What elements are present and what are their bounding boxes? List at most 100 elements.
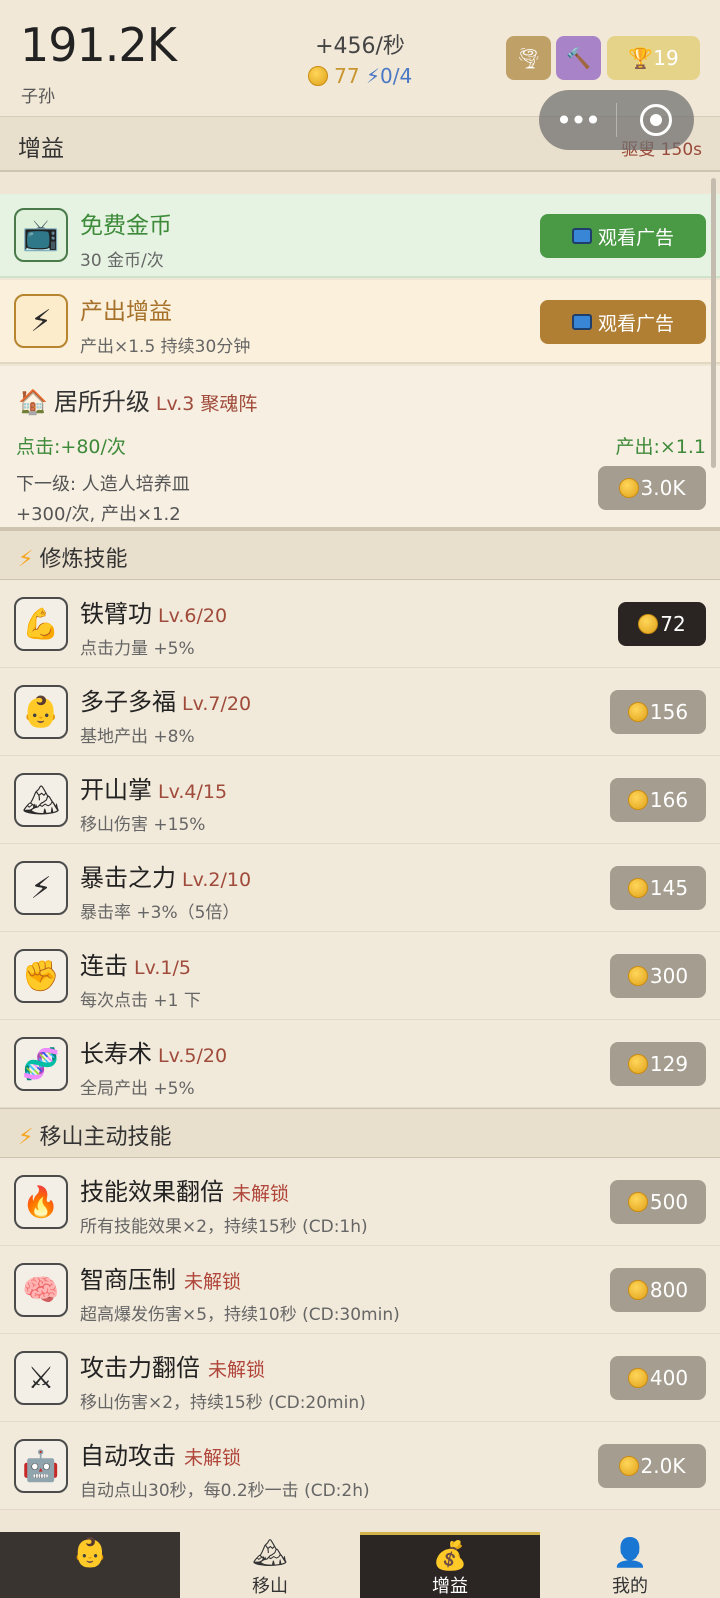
output-multiplier: 产出:×1.1 <box>615 436 706 458</box>
mountain-icon: 🏔 <box>252 1536 288 1569</box>
click-bonus: 点击:+80/次 <box>16 436 126 458</box>
tv-icon <box>571 228 592 244</box>
active-skill-row: ⚔ 攻击力翻倍 未解锁移山伤害×2，持续15秒 (CD:20min) 400 <box>0 1334 720 1422</box>
coin-icon <box>638 614 659 634</box>
tab-mountain[interactable]: 🏔 移山 <box>180 1532 360 1598</box>
skill-desc: 所有技能效果×2，持续15秒 (CD:1h) <box>80 1217 368 1237</box>
upgrade-button[interactable]: 145 <box>610 866 706 910</box>
tab-profile[interactable]: 👤 我的 <box>540 1532 720 1598</box>
coin-icon <box>618 478 639 498</box>
watch-ad-boost-button[interactable]: 观看广告 <box>540 300 706 344</box>
coin-icon <box>627 790 648 810</box>
more-menu-icon[interactable]: ••• <box>539 104 616 137</box>
tv-icon: 📺 <box>14 208 68 262</box>
skill-title: 多子多福 Lv.7/20 <box>80 688 252 716</box>
skill-row: 🏔 开山掌 Lv.4/15 移山伤害 +15% 166 <box>0 756 720 844</box>
coin-icon <box>627 1054 648 1074</box>
skill-level: Lv.4/15 <box>158 781 228 803</box>
trophy-icon: 🏆 <box>628 46 654 70</box>
tab-label: 增益 <box>432 1576 468 1597</box>
scrollbar[interactable] <box>711 178 716 468</box>
skill-icon: 🧬 <box>14 1037 68 1091</box>
home-title: 🏠 居所升级 Lv.3 聚魂阵 <box>18 388 258 416</box>
upgrade-button[interactable]: 300 <box>610 954 706 998</box>
hammer-button[interactable]: 🔨 <box>556 36 601 80</box>
lightning-icon: ⚡ <box>14 294 68 348</box>
skill-title: 智商压制 未解锁 <box>80 1266 242 1294</box>
skill-title: 技能效果翻倍 未解锁 <box>80 1178 290 1206</box>
skill-icon: 🔥 <box>14 1175 68 1229</box>
page-title: 增益 <box>18 136 64 162</box>
coin-icon <box>627 1280 648 1300</box>
baby-icon: 👶 <box>72 1536 108 1569</box>
active-skills-section-header: ⚡ 移山主动技能 <box>0 1108 720 1158</box>
upgrade-button[interactable]: 129 <box>610 1042 706 1086</box>
skill-row: 👶 多子多福 Lv.7/20 基地产出 +8% 156 <box>0 668 720 756</box>
home-level: Lv.3 聚魂阵 <box>155 393 258 415</box>
money-bag-icon: 💰 <box>432 1539 468 1572</box>
skill-level: Lv.2/10 <box>182 869 252 891</box>
lock-status: 未解锁 <box>184 1447 242 1469</box>
lightning-icon: ⚡ <box>18 1125 34 1150</box>
skill-icon: ⚔ <box>14 1351 68 1405</box>
upgrade-button[interactable]: 2.0K <box>598 1444 706 1488</box>
skill-title: 攻击力翻倍 未解锁 <box>80 1354 266 1382</box>
skill-row: ✊ 连击 Lv.1/5 每次点击 +1 下 300 <box>0 932 720 1020</box>
tv-icon <box>571 314 592 330</box>
coin-icon <box>627 966 648 986</box>
upgrade-button[interactable]: 156 <box>610 690 706 734</box>
hammer-icon: 🔨 <box>566 46 591 70</box>
tab-label: 我的 <box>612 1576 648 1597</box>
skills-section-header: ⚡ 修炼技能 <box>0 530 720 580</box>
card-desc: 产出×1.5 持续30分钟 <box>80 337 251 357</box>
skill-row: ⚡ 暴击之力 Lv.2/10 暴击率 +3%（5倍） 145 <box>0 844 720 932</box>
section-title: 修炼技能 <box>39 547 128 572</box>
skill-desc: 移山伤害×2，持续15秒 (CD:20min) <box>80 1393 366 1413</box>
energy-icon: ⚡ <box>365 64 381 88</box>
tab-boost[interactable]: 💰 增益 <box>360 1532 540 1598</box>
skill-desc: 超高爆发伤害×5，持续10秒 (CD:30min) <box>80 1305 400 1325</box>
skill-level: Lv.6/20 <box>158 605 228 627</box>
trophy-button[interactable]: 🏆 19 <box>607 36 700 80</box>
skill-title: 铁臂功 Lv.6/20 <box>80 600 228 628</box>
skill-desc: 每次点击 +1 下 <box>80 991 201 1011</box>
lightning-icon: ⚡ <box>18 547 34 572</box>
watch-ad-coins-button[interactable]: 观看广告 <box>540 214 706 258</box>
skill-title: 自动攻击 未解锁 <box>80 1442 242 1470</box>
tornado-button[interactable]: 🌪 <box>506 36 551 80</box>
coin-icon <box>618 1456 639 1476</box>
skill-icon: ✊ <box>14 949 68 1003</box>
button-label: 观看广告 <box>597 226 674 249</box>
upgrade-button[interactable]: 166 <box>610 778 706 822</box>
active-skill-row: 🧠 智商压制 未解锁超高爆发伤害×5，持续10秒 (CD:30min) 800 <box>0 1246 720 1334</box>
section-title: 移山主动技能 <box>39 1125 172 1150</box>
bottom-nav: 👶 🏔 移山 💰 增益 👤 我的 <box>0 1532 720 1598</box>
skill-icon: 🧠 <box>14 1263 68 1317</box>
coin-icon <box>307 66 328 86</box>
skill-title: 连击 Lv.1/5 <box>80 952 191 980</box>
lock-status: 未解锁 <box>232 1183 290 1205</box>
skill-icon: 👶 <box>14 685 68 739</box>
trophy-count: 19 <box>653 46 679 70</box>
upgrade-button[interactable]: 800 <box>610 1268 706 1312</box>
skill-desc: 移山伤害 +15% <box>80 815 206 835</box>
active-skill-row: 🤖 自动攻击 未解锁 自动点山30秒，每0.2秒一击 (CD:2h) 2.0K <box>0 1422 720 1510</box>
upgrade-button[interactable]: 400 <box>610 1356 706 1400</box>
upgrade-button[interactable]: 500 <box>610 1180 706 1224</box>
skill-title: 开山掌 Lv.4/15 <box>80 776 228 804</box>
home-upgrade-button[interactable]: 3.0K <box>598 466 706 510</box>
tab-home[interactable]: 👶 <box>0 1532 180 1598</box>
coin-icon <box>627 702 648 722</box>
user-icon: 👤 <box>612 1536 648 1569</box>
close-target-button[interactable] <box>617 104 694 136</box>
skill-level: Lv.7/20 <box>182 693 252 715</box>
tornado-icon: 🌪 <box>515 46 542 70</box>
skill-icon: ⚡ <box>14 861 68 915</box>
upgrade-button[interactable]: 72 <box>618 602 706 646</box>
coin-icon <box>627 1192 648 1212</box>
skill-desc: 基地产出 +8% <box>80 727 195 747</box>
boost-list[interactable]: 📺 免费金币 30 金币/次 观看广告 ⚡ 产出增益 产出×1.5 持续30分钟… <box>0 172 720 1532</box>
gold-count: 77 <box>334 64 360 88</box>
next-level: 下一级: 人造人培养皿 <box>16 474 190 495</box>
next-level-effect: +300/次, 产出×1.2 <box>16 504 181 525</box>
